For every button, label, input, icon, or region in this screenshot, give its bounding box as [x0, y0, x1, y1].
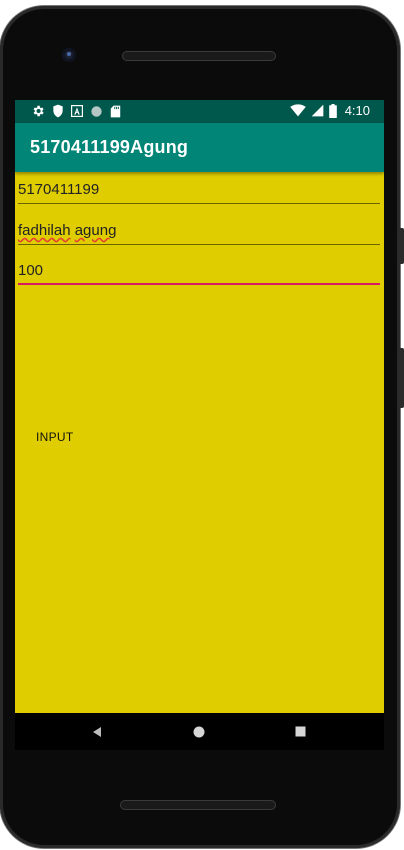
wifi-icon: [289, 104, 306, 117]
sd-card-icon: [110, 105, 121, 117]
circle-icon: [91, 105, 102, 117]
status-clock: 4:10: [344, 103, 370, 118]
volume-button: [399, 348, 404, 408]
name-field-value: fadhilah agung: [18, 222, 116, 239]
nim-field-value: 5170411199: [18, 181, 100, 198]
status-icons-left: [31, 104, 121, 118]
screen: 4:10 5170411199Agung 5170411199 fadhilah…: [15, 100, 384, 750]
status-icons-right: 4:10: [289, 103, 370, 118]
navigation-bar: [15, 713, 384, 750]
back-icon[interactable]: [91, 726, 103, 738]
shield-icon: [53, 104, 63, 118]
name-word-2: agung: [74, 222, 117, 239]
input-button[interactable]: INPUT: [31, 420, 109, 454]
front-camera: [62, 48, 76, 62]
score-field-value: 100: [18, 262, 44, 279]
power-button: [399, 228, 404, 264]
form-content: 5170411199 fadhilah agung 100 INPUT: [15, 172, 384, 713]
recents-icon[interactable]: [295, 726, 306, 737]
app-bar: 5170411199Agung: [15, 123, 384, 172]
battery-icon: [328, 103, 337, 118]
nim-field-underline: [18, 203, 380, 204]
earpiece-speaker: [122, 51, 276, 61]
name-field-underline: [18, 244, 380, 245]
home-icon[interactable]: [193, 726, 205, 738]
score-field[interactable]: 100: [18, 255, 380, 285]
nim-field[interactable]: 5170411199: [18, 174, 380, 204]
gear-icon: [33, 105, 44, 117]
name-word-1: fadhilah: [18, 222, 71, 239]
a-letter-icon: [71, 105, 83, 117]
app-title: 5170411199Agung: [30, 137, 189, 157]
status-bar: 4:10: [15, 100, 384, 123]
score-field-underline: [18, 283, 380, 285]
bottom-speaker: [120, 800, 276, 810]
signal-icon: [311, 104, 324, 117]
name-field[interactable]: fadhilah agung: [18, 215, 380, 245]
phone-frame: 4:10 5170411199Agung 5170411199 fadhilah…: [0, 0, 404, 850]
